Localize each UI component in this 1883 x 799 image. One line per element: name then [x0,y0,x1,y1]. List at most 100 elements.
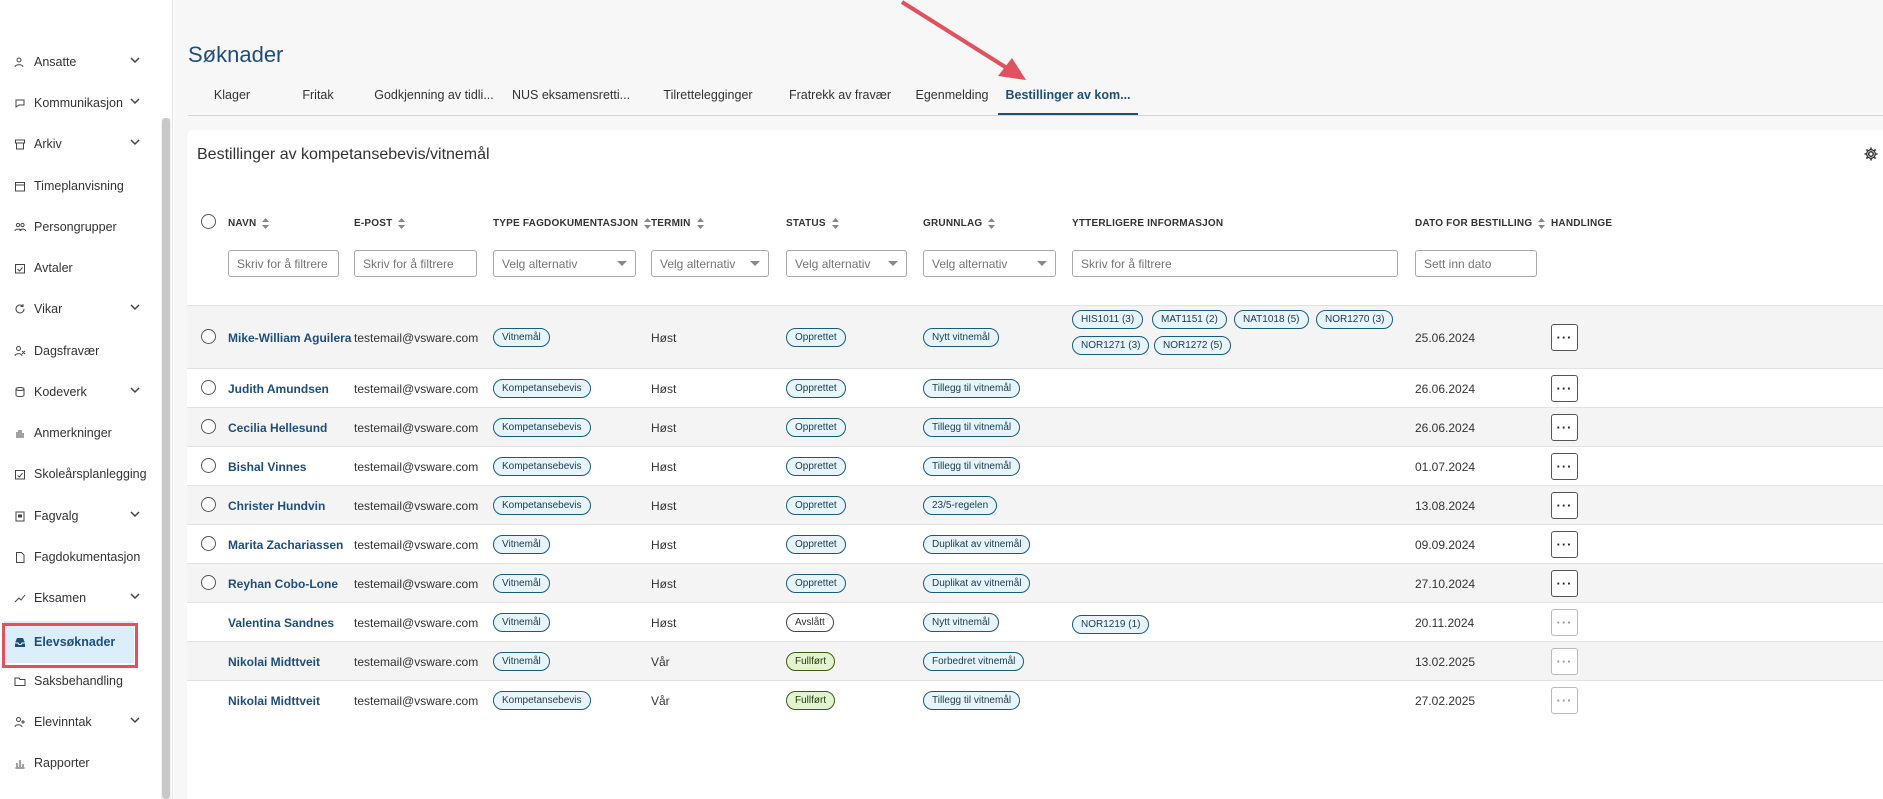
column-header-dato[interactable]: DATO FOR BESTILLING [1415,218,1546,229]
column-header-termin[interactable]: TERMIN [651,218,704,229]
sidebar-item-saksbehandling[interactable]: Saksbehandling [8,664,148,698]
tab-4[interactable]: NUS eksamensretti... [506,82,636,115]
more-actions-button[interactable]: ··· [1551,647,1578,675]
column-header-status[interactable]: STATUS [786,218,839,229]
applicant-name-link[interactable]: Marita Zachariassen [228,538,343,552]
termin-text: Høst [651,381,677,396]
sidebar-item-arkiv[interactable]: Arkiv [8,127,148,161]
more-actions-button[interactable]: ··· [1551,686,1578,714]
more-actions-button[interactable]: ··· [1551,530,1578,558]
sidebar-item-vikar[interactable]: Vikar [8,292,148,326]
order-date-text: 26.06.2024 [1415,381,1476,396]
more-actions-button[interactable]: ··· [1551,374,1578,402]
type-badge: Kompetansebevis [493,456,591,476]
more-actions-button[interactable]: ··· [1551,491,1578,519]
applicant-name-link[interactable]: Christer Hundvin [228,499,325,513]
applicant-name-link[interactable]: Cecilia Hellesund [228,421,327,435]
row-checkbox[interactable] [201,379,216,395]
more-actions-button[interactable]: ··· [1551,452,1578,480]
row-checkbox[interactable] [201,535,216,551]
sidebar-item-fagdokumentasjon[interactable]: Fagdokumentasjon [8,540,148,574]
sort-icon[interactable] [1538,218,1546,229]
filter-dato-input[interactable] [1415,250,1537,277]
row-checkbox[interactable] [201,574,216,590]
sidebar-item-eksamen[interactable]: Eksamen [8,581,148,615]
tab-7[interactable]: Egenmelding [913,82,991,115]
sidebar-item-dagsfravær[interactable]: Dagsfravær [8,334,148,368]
column-header-handlinger[interactable]: HANDLINGE [1551,218,1612,229]
filter-termin-field[interactable] [660,256,760,271]
tab-2[interactable]: Fritak [292,82,344,115]
row-checkbox[interactable] [201,457,216,473]
more-actions-button[interactable]: ··· [1551,413,1578,441]
filter-termin-select[interactable] [651,250,769,277]
gear-icon[interactable] [1863,146,1879,162]
filter-dato-field[interactable] [1424,256,1528,271]
card-title: Bestillinger av kompetansebevis/vitnemål [197,146,490,163]
filter-status-select[interactable] [786,250,907,277]
sidebar-item-avtaler[interactable]: Avtaler [8,251,148,285]
chat-icon [14,97,26,109]
filter-epost-input[interactable] [354,250,477,277]
table-row: Valentina Sandnes testemail@vsware.com Vit… [187,602,1883,641]
filter-info-field[interactable] [1081,256,1389,271]
filter-status-field[interactable] [795,256,898,271]
subject-badge: NOR1219 (1) [1072,614,1150,634]
more-actions-button[interactable]: ··· [1551,323,1578,351]
tab-5[interactable]: Tilrettelegginger [649,82,767,115]
applicant-name-link[interactable]: Reyhan Cobo-Lone [228,577,338,591]
sort-icon[interactable] [988,218,996,229]
sort-icon[interactable] [696,218,704,229]
tab-8[interactable]: Bestillinger av kom... [998,82,1138,115]
column-header-info[interactable]: YTTERLIGERE INFORMASJON [1072,218,1223,229]
subject-badge: MAT1151 (2) [1152,310,1227,329]
tab-1[interactable]: Klager [206,82,258,115]
sidebar-item-elevinntak[interactable]: Elevinntak [8,705,148,739]
filter-epost-field[interactable] [363,256,468,271]
sort-icon[interactable] [398,218,406,229]
applicant-name-link[interactable]: Judith Amundsen [228,382,329,396]
filter-grunnlag-select[interactable] [923,250,1056,277]
sidebar-item-rapporter[interactable]: Rapporter [8,746,148,780]
sort-icon[interactable] [831,218,839,229]
column-header-grunnlag[interactable]: GRUNNLAG [923,218,996,229]
filter-navn-field[interactable] [237,256,330,271]
select-all-checkbox[interactable] [201,214,216,229]
applicant-name-link[interactable]: Bishal Vinnes [228,460,306,474]
column-header-epost[interactable]: E-POST [354,218,406,229]
calendar-icon [14,180,26,192]
sidebar-item-ansatte[interactable]: Ansatte [8,45,148,79]
column-header-type[interactable]: TYPE FAGDOKUMENTASJON [493,218,652,229]
applicant-name-link[interactable]: Mike-William Aguilera [228,331,351,345]
sidebar-scrollbar-thumb[interactable] [162,118,170,799]
row-checkbox[interactable] [201,418,216,434]
filter-type-field[interactable] [502,256,627,271]
filter-type-select[interactable] [493,250,636,277]
sidebar-item-timeplanvisning[interactable]: Timeplanvisning [8,169,148,203]
row-checkbox[interactable] [201,328,216,344]
column-header-label: TERMIN [651,218,691,229]
sort-icon[interactable] [262,218,270,229]
grunnlag-badge: Tillegg til vitnemål [923,417,1021,437]
filter-navn-input[interactable] [228,250,339,277]
sidebar-item-fagvalg[interactable]: Fagvalg [8,499,148,533]
sidebar-item-kodeverk[interactable]: Kodeverk [8,375,148,409]
applicant-name-link[interactable]: Nikolai Midttveit [228,655,320,669]
sidebar-item-persongrupper[interactable]: Persongrupper [8,210,148,244]
filter-grunnlag-field[interactable] [932,256,1047,271]
applicant-name-link[interactable]: Valentina Sandnes [228,616,334,630]
more-actions-button[interactable]: ··· [1551,608,1578,636]
type-badge: Kompetansebevis [493,495,591,515]
sidebar-item-label: Avtaler [34,261,73,275]
column-header-navn[interactable]: NAVN [228,218,270,229]
sidebar-item-anmerkninger[interactable]: Anmerkninger [8,416,148,450]
applicant-name-link[interactable]: Nikolai Midttveit [228,694,320,708]
filter-info-input[interactable] [1072,250,1398,277]
sidebar-item-skoleårsplanlegging[interactable]: Skoleårsplanlegging [8,457,148,491]
sidebar-item-kommunikasjon[interactable]: Kommunikasjon [8,86,148,120]
table-row: Nikolai Midttveit testemail@vsware.com Kom… [187,680,1883,719]
row-checkbox[interactable] [201,496,216,512]
more-actions-button[interactable]: ··· [1551,569,1578,597]
tab-3[interactable]: Godkjenning av tidli... [374,82,494,115]
tab-6[interactable]: Fratrekk av fravær [782,82,898,115]
